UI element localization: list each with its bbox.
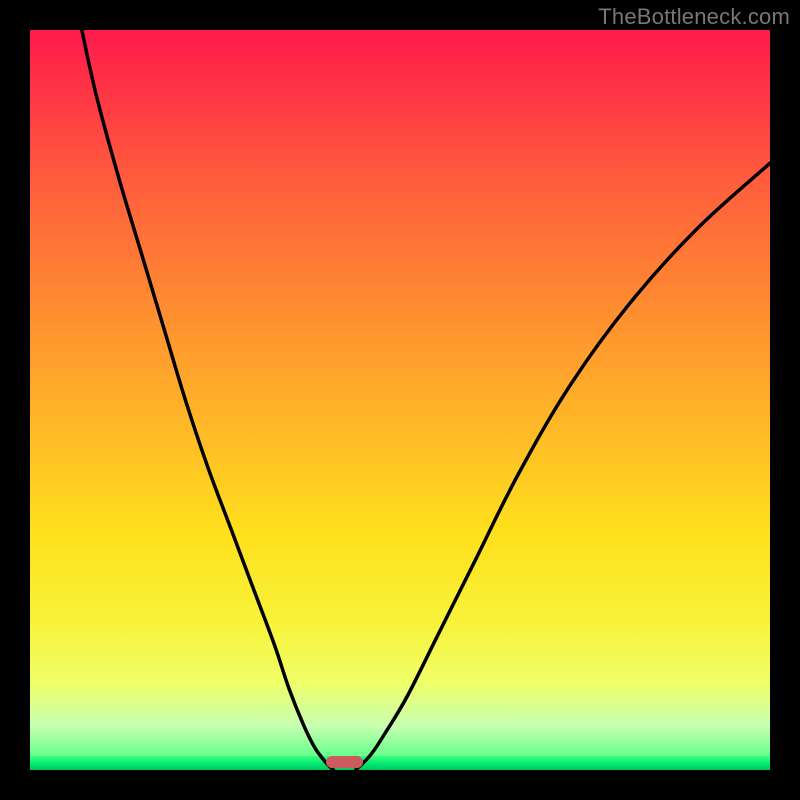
minimum-marker xyxy=(326,756,363,768)
chart-frame: TheBottleneck.com xyxy=(0,0,800,800)
curve-left xyxy=(82,30,334,770)
plot-area xyxy=(30,30,770,770)
curve-right xyxy=(356,163,770,770)
watermark-text: TheBottleneck.com xyxy=(598,4,790,30)
curve-layer xyxy=(30,30,770,770)
